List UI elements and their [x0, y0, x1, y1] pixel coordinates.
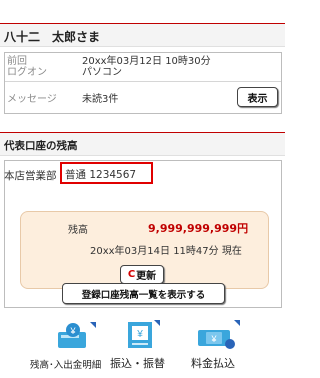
- message-unread-count: 未読3件: [82, 94, 119, 105]
- account-type-number: 普通 1234567: [65, 169, 137, 181]
- user-name: 八十二 太郎さま: [4, 30, 101, 44]
- svg-text:¥: ¥: [136, 329, 143, 340]
- last-login-datetime: 20xx年03月12日 10時30分: [82, 56, 211, 67]
- login-info-box: 前回 ログオン 20xx年03月12日 10時30分 パソコン メッセージ 未読…: [4, 52, 282, 114]
- row-separator: [77, 53, 78, 80]
- branch-name: 本店営業部: [4, 170, 57, 182]
- refresh-label: 更新: [136, 271, 157, 282]
- passbook-coin-icon[interactable]: ¥: [56, 320, 96, 352]
- show-registered-accounts-button[interactable]: 登録口座残高一覧を表示する: [62, 283, 225, 304]
- refresh-button[interactable]: C 更新: [120, 265, 164, 284]
- menu-transfer[interactable]: 振込・振替: [110, 355, 165, 371]
- row-divider: [5, 81, 281, 82]
- refresh-c-mark: C: [127, 269, 136, 280]
- bill-payment-icon[interactable]: ¥: [196, 318, 240, 352]
- last-login-label: 前回 ログオン: [7, 56, 47, 78]
- last-login-device: パソコン: [82, 67, 122, 78]
- atm-transfer-icon[interactable]: ¥: [122, 318, 160, 352]
- message-label: メッセージ: [7, 94, 57, 105]
- show-messages-button[interactable]: 表示: [237, 87, 278, 107]
- account-section-title: 代表口座の残高: [4, 140, 78, 152]
- menu-bill-payment[interactable]: 料金払込: [191, 355, 235, 371]
- balance-amount: 9,999,999,999円: [148, 222, 249, 235]
- svg-text:¥: ¥: [210, 334, 217, 344]
- menu-balance-details[interactable]: 残高･入出金明細: [30, 357, 101, 371]
- svg-text:¥: ¥: [69, 326, 76, 336]
- balance-label: 残高: [68, 225, 88, 236]
- balance-as-of: 20xx年03月14日 11時47分 現在: [90, 246, 242, 257]
